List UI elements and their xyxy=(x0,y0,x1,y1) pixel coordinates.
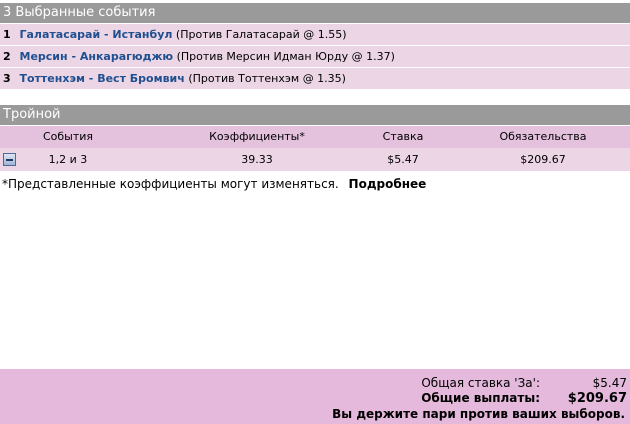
row-liability: $209.67 xyxy=(520,153,566,166)
selection-match-link[interactable]: Тоттенхэм - Вест Бромвич xyxy=(20,72,185,85)
more-info-link[interactable]: Подробнее xyxy=(349,177,427,191)
bet-table-header: События Коэффициенты* Ставка Обязательст… xyxy=(0,126,630,148)
selection-row: 2 Мерсин - Анкарагюджю (Против Мерсин Ид… xyxy=(0,46,630,67)
total-stake-value: $5.47 xyxy=(592,376,627,390)
column-header-liability: Обязательства xyxy=(499,130,587,143)
selection-number: 3 xyxy=(3,72,11,85)
selection-detail: (Против Галатасарай @ 1.55) xyxy=(175,28,347,41)
selection-detail: (Против Мерсин Идман Юрду @ 1.37) xyxy=(176,50,395,63)
row-odds: 39.33 xyxy=(241,153,273,166)
selection-detail: (Против Тоттенхэм @ 1.35) xyxy=(188,72,346,85)
selections-header: 3 Выбранные события xyxy=(0,3,630,23)
selection-match-link[interactable]: Галатасарай - Истанбул xyxy=(20,28,173,41)
row-events: 1,2 и 3 xyxy=(48,153,88,166)
table-row: 1,2 и 3 39.33 $5.47 $209.67 xyxy=(0,148,630,171)
column-header-events: События xyxy=(42,130,94,143)
odds-disclaimer: *Представленные коэффициенты могут измен… xyxy=(2,177,426,191)
total-payout-label: Общие выплаты: xyxy=(421,391,540,405)
selection-number: 2 xyxy=(3,50,11,63)
bet-summary-footer: Общая ставка 'За': $5.47 Общие выплаты: … xyxy=(0,369,630,424)
selection-row: 1 Галатасарай - Истанбул (Против Галатас… xyxy=(0,24,630,45)
bet-type-header: Тройной xyxy=(0,105,630,125)
selection-number: 1 xyxy=(3,28,11,41)
collapse-minus-icon[interactable] xyxy=(3,153,16,166)
selection-match-link[interactable]: Мерсин - Анкарагюджю xyxy=(20,50,174,63)
column-header-odds: Коэффициенты* xyxy=(209,130,305,143)
column-header-stake: Ставка xyxy=(382,130,424,143)
disclaimer-text: *Представленные коэффициенты могут измен… xyxy=(2,177,339,191)
total-payout-value: $209.67 xyxy=(567,391,627,406)
selection-row: 3 Тоттенхэм - Вест Бромвич (Против Тотте… xyxy=(0,68,630,89)
total-stake-label: Общая ставка 'За': xyxy=(421,376,540,390)
row-stake: $5.47 xyxy=(387,153,419,166)
lay-bet-notice: Вы держите пари против ваших выборов. xyxy=(332,407,625,421)
